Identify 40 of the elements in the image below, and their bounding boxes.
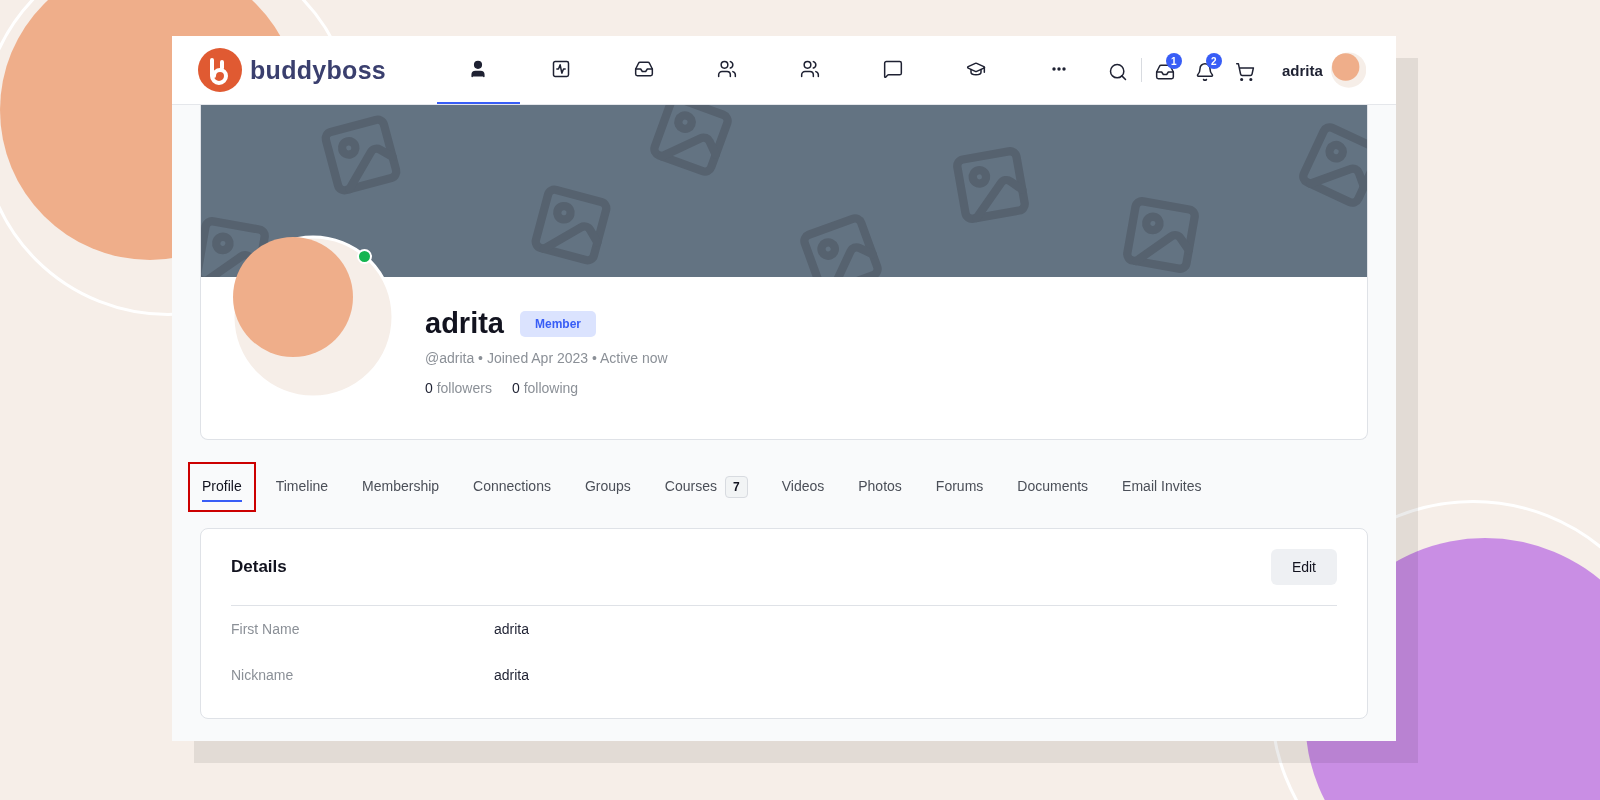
- count-badge: 1: [1165, 53, 1182, 69]
- inbox-button[interactable]: 1: [1147, 53, 1182, 87]
- field-label: Nickname: [231, 667, 295, 683]
- profile-tab[interactable]: Groups: [570, 462, 645, 512]
- inbox-icon: [634, 59, 655, 79]
- field-value: adrita: [494, 667, 531, 683]
- profile-stat[interactable]: 0 followers: [425, 380, 492, 396]
- profile-name: adrita: [425, 307, 504, 340]
- bell-button[interactable]: 2: [1187, 53, 1222, 87]
- profile-tab[interactable]: Documents: [1003, 462, 1103, 512]
- field-value: adrita: [494, 621, 531, 637]
- cart-icon: [1234, 62, 1255, 82]
- details-title: Details: [231, 557, 287, 577]
- people-icon: [800, 59, 821, 79]
- user-name[interactable]: adrita: [1281, 61, 1323, 79]
- profile-stat[interactable]: 0 following: [511, 380, 579, 396]
- profile-tab[interactable]: Photos: [844, 462, 916, 512]
- profile-tab[interactable]: Timeline: [261, 462, 343, 512]
- role-badge: Member: [520, 310, 596, 337]
- profile-tab[interactable]: Videos: [767, 462, 839, 512]
- profile-tab[interactable]: Forums: [921, 462, 998, 512]
- field-label: First Name: [231, 621, 301, 637]
- graduation-cap-icon: [966, 59, 987, 79]
- edit-button[interactable]: Edit: [1270, 549, 1337, 585]
- profile-tab[interactable]: Courses 7: [650, 462, 762, 512]
- avatar[interactable]: [1330, 52, 1366, 88]
- more-icon: [1052, 67, 1067, 71]
- profile-tab[interactable]: Membership: [348, 462, 454, 512]
- search-icon: [1107, 62, 1128, 82]
- tab-count: 7: [725, 476, 748, 498]
- logo-text: buddyboss: [250, 55, 387, 85]
- logo-icon: [198, 48, 242, 92]
- count-badge: 2: [1205, 53, 1222, 69]
- profile-tab[interactable]: Email Invites: [1108, 462, 1216, 512]
- activity-icon: [551, 59, 572, 79]
- profile-tab[interactable]: Profile: [188, 462, 256, 512]
- people-icon: [717, 59, 738, 79]
- profile-tab[interactable]: Connections: [459, 462, 565, 512]
- chat-bubble-icon: [883, 59, 904, 79]
- profile-meta: @adrita • Joined Apr 2023 • Active now: [425, 350, 668, 366]
